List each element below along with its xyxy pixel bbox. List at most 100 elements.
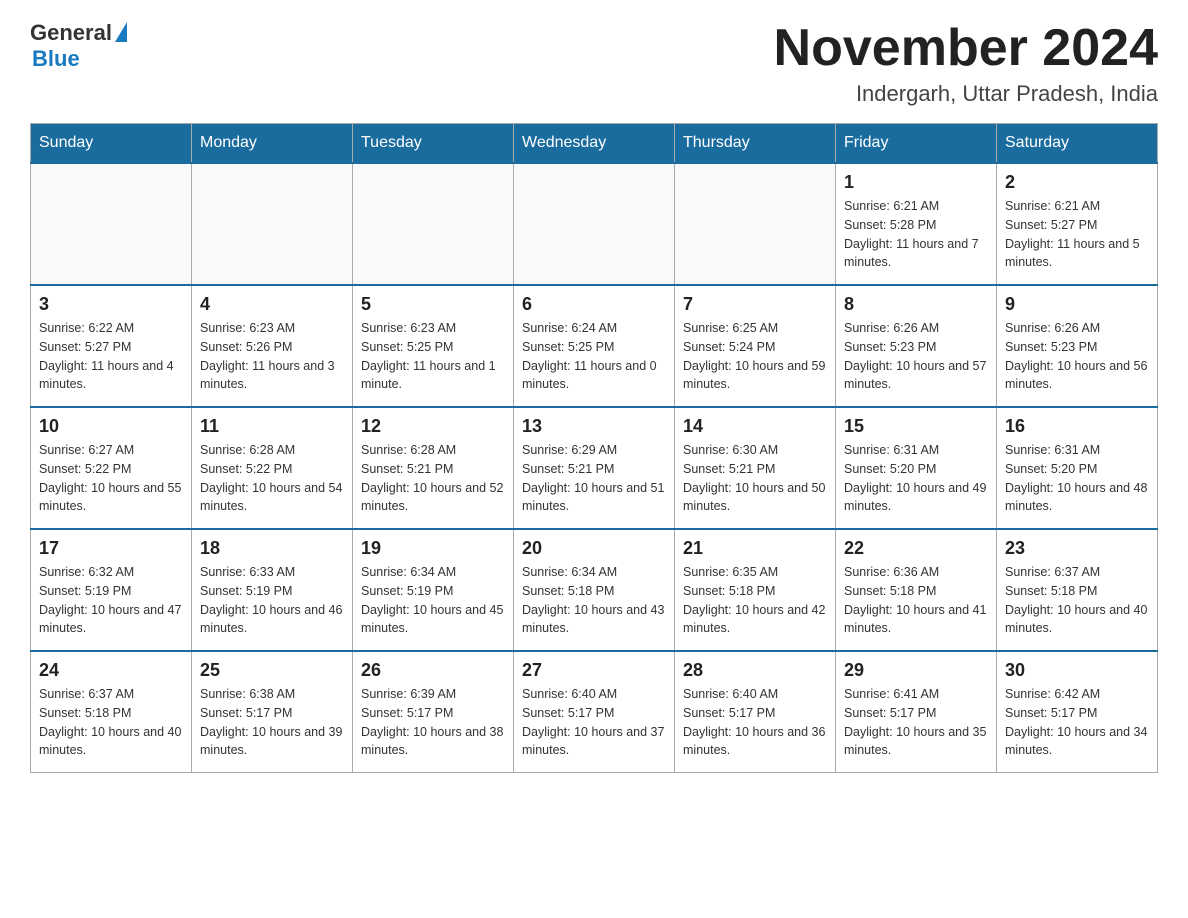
day-of-week-header: Tuesday — [353, 124, 514, 164]
calendar-cell: 9Sunrise: 6:26 AM Sunset: 5:23 PM Daylig… — [997, 285, 1158, 407]
calendar-cell — [353, 163, 514, 285]
day-number: 29 — [844, 660, 988, 681]
day-info: Sunrise: 6:23 AM Sunset: 5:25 PM Dayligh… — [361, 319, 505, 394]
day-number: 28 — [683, 660, 827, 681]
month-year-title: November 2024 — [774, 20, 1158, 77]
day-info: Sunrise: 6:40 AM Sunset: 5:17 PM Dayligh… — [522, 685, 666, 760]
day-info: Sunrise: 6:34 AM Sunset: 5:19 PM Dayligh… — [361, 563, 505, 638]
day-info: Sunrise: 6:28 AM Sunset: 5:21 PM Dayligh… — [361, 441, 505, 516]
day-info: Sunrise: 6:37 AM Sunset: 5:18 PM Dayligh… — [1005, 563, 1149, 638]
calendar-table: SundayMondayTuesdayWednesdayThursdayFrid… — [30, 123, 1158, 773]
day-number: 24 — [39, 660, 183, 681]
page-header: General Blue November 2024 Indergarh, Ut… — [30, 20, 1158, 107]
calendar-cell: 21 Sunrise: 6:35 AM Sunset: 5:18 PM Dayli… — [675, 529, 836, 651]
calendar-cell — [675, 163, 836, 285]
calendar-week-row: 24 Sunrise: 6:37 AM Sunset: 5:18 PM Dayli… — [31, 651, 1158, 773]
day-info: Sunrise: 6:31 AM Sunset: 5:20 PM Dayligh… — [844, 441, 988, 516]
day-number: 14 — [683, 416, 827, 437]
day-info: Sunrise: 6:37 AM Sunset: 5:18 PM Dayligh… — [39, 685, 183, 760]
day-number: 17 — [39, 538, 183, 559]
calendar-cell: 3Sunrise: 6:22 AM Sunset: 5:27 PM Daylig… — [31, 285, 192, 407]
day-info: Sunrise: 6:28 AM Sunset: 5:22 PM Dayligh… — [200, 441, 344, 516]
day-of-week-header: Monday — [192, 124, 353, 164]
logo-blue-text: Blue — [32, 46, 80, 72]
day-info: Sunrise: 6:23 AM Sunset: 5:26 PM Dayligh… — [200, 319, 344, 394]
day-of-week-header: Sunday — [31, 124, 192, 164]
calendar-cell: 23 Sunrise: 6:37 AM Sunset: 5:18 PM Dayli… — [997, 529, 1158, 651]
calendar-cell: 17 Sunrise: 6:32 AM Sunset: 5:19 PM Dayli… — [31, 529, 192, 651]
calendar-cell — [192, 163, 353, 285]
day-number: 25 — [200, 660, 344, 681]
day-number: 11 — [200, 416, 344, 437]
day-number: 12 — [361, 416, 505, 437]
calendar-cell: 14 Sunrise: 6:30 AM Sunset: 5:21 PM Dayli… — [675, 407, 836, 529]
calendar-week-row: 1 Sunrise: 6:21 AM Sunset: 5:28 PM Daylig… — [31, 163, 1158, 285]
day-info: Sunrise: 6:35 AM Sunset: 5:18 PM Dayligh… — [683, 563, 827, 638]
day-of-week-header: Friday — [836, 124, 997, 164]
calendar-week-row: 17 Sunrise: 6:32 AM Sunset: 5:19 PM Dayli… — [31, 529, 1158, 651]
calendar-cell: 10 Sunrise: 6:27 AM Sunset: 5:22 PM Dayli… — [31, 407, 192, 529]
day-number: 22 — [844, 538, 988, 559]
day-number: 5 — [361, 294, 505, 315]
day-number: 6 — [522, 294, 666, 315]
day-info: Sunrise: 6:39 AM Sunset: 5:17 PM Dayligh… — [361, 685, 505, 760]
day-info: Sunrise: 6:32 AM Sunset: 5:19 PM Dayligh… — [39, 563, 183, 638]
day-info: Sunrise: 6:31 AM Sunset: 5:20 PM Dayligh… — [1005, 441, 1149, 516]
day-of-week-header: Wednesday — [514, 124, 675, 164]
day-info: Sunrise: 6:26 AM Sunset: 5:23 PM Dayligh… — [1005, 319, 1149, 394]
calendar-cell: 2Sunrise: 6:21 AM Sunset: 5:27 PM Daylig… — [997, 163, 1158, 285]
calendar-cell: 13 Sunrise: 6:29 AM Sunset: 5:21 PM Dayli… — [514, 407, 675, 529]
calendar-week-row: 3Sunrise: 6:22 AM Sunset: 5:27 PM Daylig… — [31, 285, 1158, 407]
day-info: Sunrise: 6:41 AM Sunset: 5:17 PM Dayligh… — [844, 685, 988, 760]
day-number: 19 — [361, 538, 505, 559]
day-info: Sunrise: 6:22 AM Sunset: 5:27 PM Dayligh… — [39, 319, 183, 394]
calendar-cell: 25 Sunrise: 6:38 AM Sunset: 5:17 PM Dayli… — [192, 651, 353, 773]
day-number: 10 — [39, 416, 183, 437]
day-info: Sunrise: 6:29 AM Sunset: 5:21 PM Dayligh… — [522, 441, 666, 516]
logo: General Blue — [30, 20, 127, 72]
calendar-cell: 1 Sunrise: 6:21 AM Sunset: 5:28 PM Daylig… — [836, 163, 997, 285]
day-number: 15 — [844, 416, 988, 437]
calendar-cell — [31, 163, 192, 285]
day-info: Sunrise: 6:25 AM Sunset: 5:24 PM Dayligh… — [683, 319, 827, 394]
day-number: 4 — [200, 294, 344, 315]
calendar-cell: 8Sunrise: 6:26 AM Sunset: 5:23 PM Daylig… — [836, 285, 997, 407]
day-number: 8 — [844, 294, 988, 315]
calendar-cell: 16Sunrise: 6:31 AM Sunset: 5:20 PM Dayli… — [997, 407, 1158, 529]
calendar-cell: 7Sunrise: 6:25 AM Sunset: 5:24 PM Daylig… — [675, 285, 836, 407]
day-info: Sunrise: 6:21 AM Sunset: 5:28 PM Dayligh… — [844, 197, 988, 272]
day-number: 21 — [683, 538, 827, 559]
day-number: 26 — [361, 660, 505, 681]
day-info: Sunrise: 6:33 AM Sunset: 5:19 PM Dayligh… — [200, 563, 344, 638]
day-number: 23 — [1005, 538, 1149, 559]
calendar-cell: 30 Sunrise: 6:42 AM Sunset: 5:17 PM Dayli… — [997, 651, 1158, 773]
calendar-cell: 5 Sunrise: 6:23 AM Sunset: 5:25 PM Daylig… — [353, 285, 514, 407]
day-number: 2 — [1005, 172, 1149, 193]
day-number: 27 — [522, 660, 666, 681]
calendar-cell: 12 Sunrise: 6:28 AM Sunset: 5:21 PM Dayli… — [353, 407, 514, 529]
calendar-header-row: SundayMondayTuesdayWednesdayThursdayFrid… — [31, 124, 1158, 164]
day-info: Sunrise: 6:27 AM Sunset: 5:22 PM Dayligh… — [39, 441, 183, 516]
calendar-cell: 4 Sunrise: 6:23 AM Sunset: 5:26 PM Daylig… — [192, 285, 353, 407]
calendar-cell: 6 Sunrise: 6:24 AM Sunset: 5:25 PM Daylig… — [514, 285, 675, 407]
header-right: November 2024 Indergarh, Uttar Pradesh, … — [774, 20, 1158, 107]
calendar-week-row: 10 Sunrise: 6:27 AM Sunset: 5:22 PM Dayli… — [31, 407, 1158, 529]
day-of-week-header: Saturday — [997, 124, 1158, 164]
day-info: Sunrise: 6:34 AM Sunset: 5:18 PM Dayligh… — [522, 563, 666, 638]
calendar-cell: 11 Sunrise: 6:28 AM Sunset: 5:22 PM Dayli… — [192, 407, 353, 529]
day-number: 18 — [200, 538, 344, 559]
day-number: 1 — [844, 172, 988, 193]
day-info: Sunrise: 6:38 AM Sunset: 5:17 PM Dayligh… — [200, 685, 344, 760]
day-info: Sunrise: 6:42 AM Sunset: 5:17 PM Dayligh… — [1005, 685, 1149, 760]
day-number: 13 — [522, 416, 666, 437]
day-info: Sunrise: 6:40 AM Sunset: 5:17 PM Dayligh… — [683, 685, 827, 760]
day-number: 30 — [1005, 660, 1149, 681]
calendar-cell: 15 Sunrise: 6:31 AM Sunset: 5:20 PM Dayli… — [836, 407, 997, 529]
day-info: Sunrise: 6:36 AM Sunset: 5:18 PM Dayligh… — [844, 563, 988, 638]
day-info: Sunrise: 6:24 AM Sunset: 5:25 PM Dayligh… — [522, 319, 666, 394]
logo-general-text: General — [30, 20, 112, 46]
logo-triangle-icon — [115, 22, 127, 42]
day-info: Sunrise: 6:30 AM Sunset: 5:21 PM Dayligh… — [683, 441, 827, 516]
calendar-cell: 28 Sunrise: 6:40 AM Sunset: 5:17 PM Dayli… — [675, 651, 836, 773]
calendar-cell — [514, 163, 675, 285]
